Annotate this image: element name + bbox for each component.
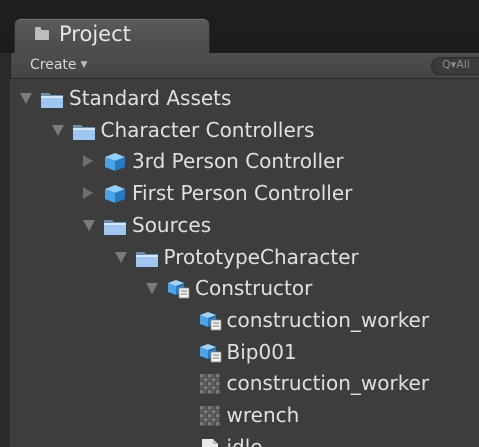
folder-icon — [40, 89, 64, 109]
tree-item-label: 3rd Person Controller — [132, 149, 344, 174]
tree-item-bip001[interactable]: Bip001 — [10, 338, 479, 368]
asset-tree: Standard Assets Character Controllers 3r… — [10, 79, 479, 447]
tree-item-construction-worker-mesh[interactable]: construction_worker — [10, 306, 479, 336]
folder-icon — [72, 121, 96, 141]
tree-item-label: Bip001 — [226, 339, 297, 364]
tree-item-label: Standard Assets — [69, 86, 232, 110]
tree-item-label: idle — [226, 434, 263, 447]
collapsed-arrow-icon[interactable] — [83, 155, 93, 168]
tree-item-label: wrench — [226, 403, 300, 427]
project-toolbar: Create ▼ Q▾All — [0, 53, 479, 79]
folder-icon — [135, 248, 159, 268]
create-label: Create — [30, 57, 77, 73]
tree-item-idle[interactable]: idle — [10, 433, 479, 447]
tree-item-3rd-person-controller[interactable]: 3rd Person Controller — [10, 147, 479, 177]
expanded-arrow-icon[interactable] — [83, 219, 95, 231]
dropdown-caret-icon: ▼ — [80, 60, 88, 70]
tree-item-label: construction_worker — [226, 371, 430, 396]
mesh-icon — [198, 343, 222, 363]
tree-item-wrench[interactable]: wrench — [10, 401, 479, 431]
tab-strip: Project — [0, 0, 479, 53]
tree-item-label: Sources — [132, 212, 212, 237]
material-icon — [198, 374, 222, 394]
animation-icon — [198, 438, 222, 447]
expanded-arrow-icon[interactable] — [146, 283, 158, 295]
tree-item-label: Character Controllers — [100, 117, 315, 142]
material-icon — [198, 406, 222, 426]
collapsed-arrow-icon[interactable] — [83, 187, 93, 200]
expanded-arrow-icon[interactable] — [114, 251, 127, 263]
tab-label: Project — [59, 22, 131, 46]
tree-item-constructor[interactable]: Constructor — [10, 274, 479, 304]
tree-item-label: Constructor — [195, 276, 313, 301]
project-window: Project Create ▼ Q▾All Standard Assets Ch… — [0, 0, 479, 447]
tree-item-sources[interactable]: Sources — [10, 211, 479, 241]
prefab-icon — [103, 152, 127, 172]
expanded-arrow-icon[interactable] — [20, 93, 32, 104]
tree-item-first-person-controller[interactable]: First Person Controller — [10, 179, 479, 209]
search-field-text: Q▾All — [442, 58, 470, 71]
create-button[interactable]: Create ▼ — [30, 57, 87, 73]
tree-item-standard-assets[interactable]: Standard Assets — [10, 84, 479, 114]
tree-item-label: First Person Controller — [132, 181, 353, 206]
search-input[interactable]: Q▾All — [431, 57, 479, 75]
tree-item-label: PrototypeCharacter — [163, 244, 359, 269]
prefab-icon — [103, 184, 127, 204]
tree-item-character-controllers[interactable]: Character Controllers — [10, 116, 479, 146]
tab-project[interactable]: Project — [14, 18, 210, 53]
folder-icon — [103, 216, 127, 236]
folder-tab-icon — [35, 27, 49, 40]
tree-item-construction-worker-material[interactable]: construction_worker — [10, 369, 479, 399]
tree-item-prototypecharacter[interactable]: PrototypeCharacter — [10, 243, 479, 273]
expanded-arrow-icon[interactable] — [51, 124, 64, 136]
model-prefab-icon — [166, 279, 190, 299]
tree-item-label: construction_worker — [226, 307, 430, 332]
mesh-icon — [198, 311, 222, 331]
